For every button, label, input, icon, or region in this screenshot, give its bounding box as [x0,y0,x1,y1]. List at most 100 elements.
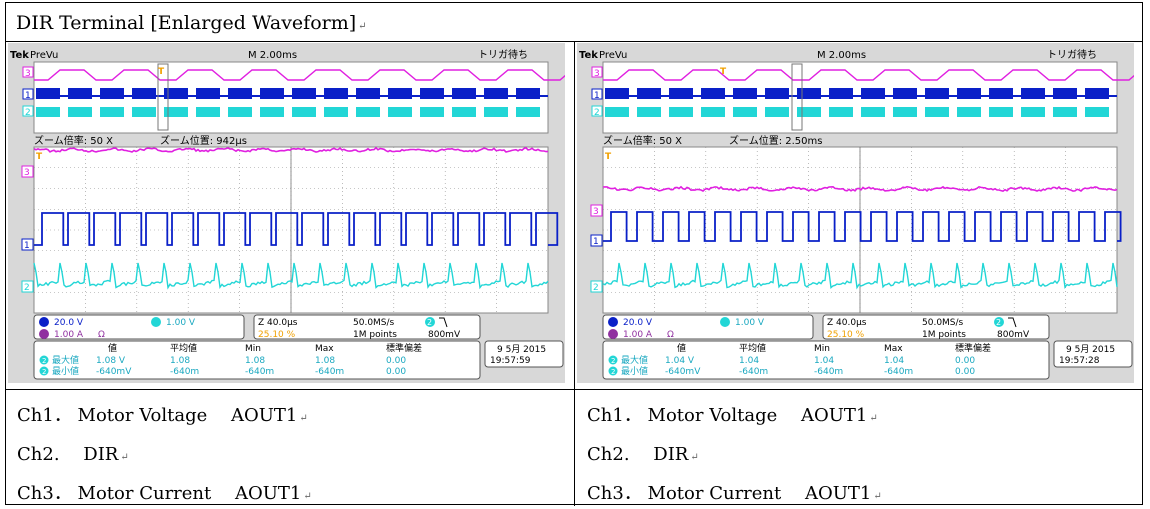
overview-channel-number: 2 [594,108,600,118]
scope-mode: PreVu [30,50,58,61]
measurement-header: 平均値 [170,342,197,354]
measurement-value: -640m [170,367,199,377]
overview-ch1-burst [132,88,156,99]
right-caption-ch1: Ch1． Motor Voltage AOUT1 ↵ [587,401,878,427]
capture-time: 19:57:59 [490,356,531,366]
right-caption-ch3: Ch3． Motor Current AOUT1 ↵ [587,479,882,505]
overview-ch2-burst [36,107,60,117]
ch3-badge [39,329,49,339]
overview-ch1-burst [68,88,92,99]
ch1-badge [39,317,49,327]
overview-ch2-burst [989,107,1013,117]
ohm-label: Ω [667,330,674,340]
overview-ch1-burst [861,88,885,99]
ch1-scale: 20.0 V [623,318,653,328]
overview-ch1-burst [228,88,252,99]
overview-ch1-burst [637,88,661,99]
oscilloscope-screenshot-right: Tek PreVu M 2.00ms トリガ待ち T 3 1 2 ズーム倍率: 50 X ズーム位… [577,43,1134,383]
right-caption-ch2: Ch2. DIR ↵ [587,440,699,466]
measurement-value: -640mV [96,367,132,377]
paragraph-mark: ↵ [869,413,878,424]
measurement-label: 最大値 [621,354,648,366]
overview-ch1-gap [917,95,925,97]
overview-ch2-burst [484,107,508,117]
overview-ch2-burst [516,107,540,117]
overview-ch1-gap [1109,95,1117,97]
ch2-scale: 1.00 V [735,318,765,328]
paragraph-mark: ↵ [303,491,312,502]
trigger-position-icon: T [158,67,165,77]
overview-ch2-burst [605,107,629,117]
ch1-scale: 20.0 V [54,318,84,328]
measurement-header: Min [245,344,261,354]
measurement-value: -640m [245,367,274,377]
record-points: 1M points [353,330,397,340]
measurement-header: Max [884,344,903,354]
overview-ch1-burst [324,88,348,99]
overview-ch1-burst [605,88,629,99]
overview-ch2-burst [388,107,412,117]
overview-ch1-burst [733,88,757,99]
scope-svg: Tek PreVu M 2.00ms トリガ待ちT312ズーム倍率: 50 X ズーム位… [10,48,565,380]
overview-ch2-burst [861,107,885,117]
measurement-value: -640m [884,367,913,377]
measurement-value: 1.04 [739,356,759,366]
main-channel-number: 1 [593,237,599,247]
overview-ch1-gap [1013,95,1021,97]
ch1-badge [608,317,618,327]
overview-channel-number: 3 [25,69,31,79]
overview-ch1-gap [284,95,292,97]
overview-ch2-burst [228,107,252,117]
record-points: 1M points [922,330,966,340]
overview-ch1-gap [316,95,324,97]
overview-ch2-burst [100,107,124,117]
paragraph-mark: ↵ [358,21,367,32]
left-caption-ch1-text: Ch1． Motor Voltage AOUT1 [17,405,298,426]
ch2-scale: 1.00 V [166,318,196,328]
scope-mode: PreVu [599,50,627,61]
sample-rate: 50.0MS/s [353,318,395,328]
overview-ch1-gap [885,95,893,97]
measurement-header: 平均値 [739,342,766,354]
trigger-position-icon: T [720,67,727,77]
zoom-position-label: ズーム位置: 2.50ms [729,134,822,147]
overview-ch2-burst [1085,107,1109,117]
overview-ch2-burst [452,107,476,117]
measurement-header: Min [814,344,830,354]
measurement-channel: 2 [611,368,615,376]
overview-ch1-burst [829,88,853,99]
ch3-scale: 1.00 A [54,330,84,340]
ch2-badge [151,317,161,327]
overview-ch1-gap [693,95,701,97]
oscilloscope-screenshot-left: Tek PreVu M 2.00ms トリガ待ち T 3 1 2 ズーム倍率: 50 X ズーム位… [8,43,565,383]
main-channel-number: 2 [593,283,599,293]
measurement-header: 値 [677,342,686,354]
trigger-status: トリガ待ち [478,48,528,61]
row-divider [6,389,1142,390]
left-caption-ch1: Ch1． Motor Voltage AOUT1 ↵ [17,401,308,427]
sample-rate: 50.0MS/s [922,318,964,328]
left-caption-ch2: Ch2. DIR ↵ [17,440,129,466]
overview-ch1-burst [388,88,412,99]
measurement-value: 1.04 [814,356,834,366]
overview-ch2-burst [1021,107,1045,117]
measurement-value: 1.08 [170,356,190,366]
measurement-label: 最大値 [52,354,79,366]
overview-ch1-burst [1021,88,1045,99]
trigger-percent: 25.10 % [258,330,296,340]
overview-ch1-gap [380,95,388,97]
left-screenshot-cell: Tek PreVu M 2.00ms トリガ待ち T 3 1 2 ズーム倍率: 50 X ズーム位… [8,43,570,387]
overview-ch2-burst [701,107,725,117]
overview-ch2-burst [893,107,917,117]
overview-ch1-gap [949,95,957,97]
ch2-badge [720,317,730,327]
overview-ch1-gap [444,95,452,97]
overview-ch1-burst [925,88,949,99]
main-channel-number: 3 [593,207,599,217]
zoom-ratio-label: ズーム倍率: 50 X [34,134,113,147]
measurement-value: 0.00 [386,356,406,366]
overview-ch1-gap [981,95,989,97]
main-channel-number: 2 [24,283,30,293]
overview-ch2-burst [797,107,821,117]
overview-ch1-gap [412,95,420,97]
